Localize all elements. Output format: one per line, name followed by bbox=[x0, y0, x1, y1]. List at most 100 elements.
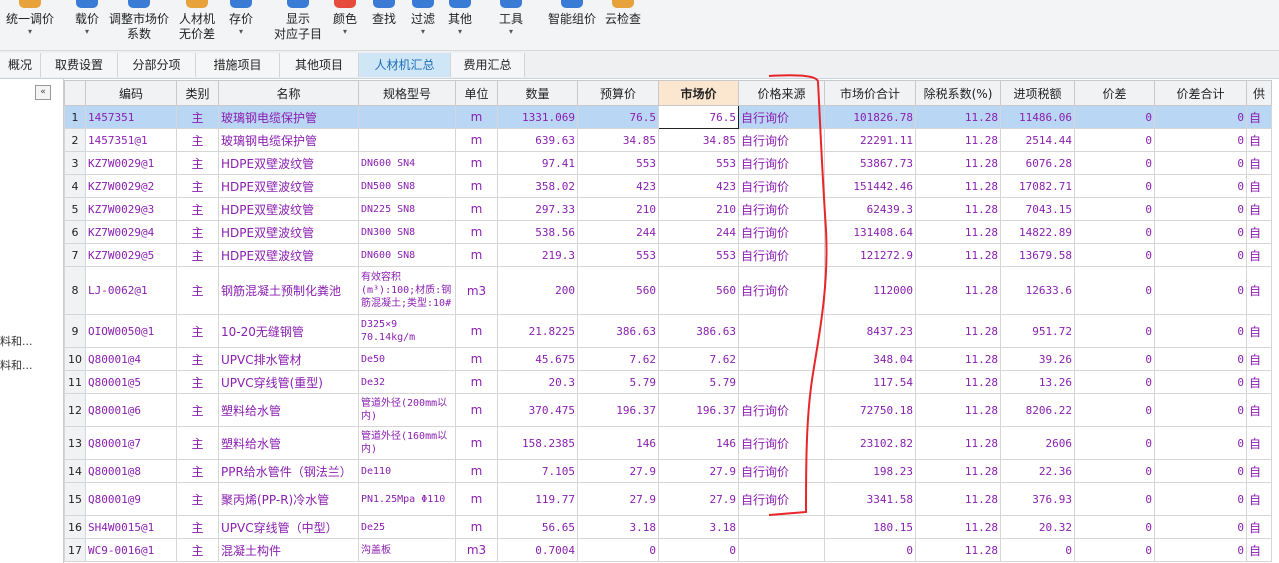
table-row[interactable]: 6 KZ7W0029@4 主 HDPE双壁波纹管 DN300 SN8 m 538.56 244… bbox=[64, 220, 1272, 244]
table-cell[interactable]: Q80001@4 bbox=[85, 347, 177, 371]
toolbar-button-load-price[interactable]: 载价 ▾ bbox=[70, 0, 104, 37]
table-cell[interactable]: 72750.18 bbox=[824, 393, 916, 427]
table-cell[interactable]: 11.28 bbox=[915, 105, 1001, 129]
table-cell[interactable]: 0 bbox=[1154, 197, 1247, 221]
table-cell[interactable]: 13.26 bbox=[1000, 370, 1075, 394]
table-cell[interactable]: 3.18 bbox=[658, 515, 739, 539]
left-panel-item[interactable]: 料和... bbox=[0, 357, 33, 373]
table-cell[interactable]: 0 bbox=[1074, 174, 1155, 198]
table-cell[interactable]: 0 bbox=[1154, 243, 1247, 267]
table-cell[interactable]: 0 bbox=[1074, 482, 1155, 516]
table-cell[interactable]: 1457351 bbox=[85, 105, 177, 129]
table-cell[interactable]: HDPE双壁波纹管 bbox=[218, 197, 359, 221]
tab-1[interactable]: 取费设置 bbox=[41, 53, 118, 77]
table-cell[interactable]: 11.28 bbox=[915, 515, 1001, 539]
table-cell[interactable]: 210 bbox=[658, 197, 739, 221]
table-row[interactable]: 9 OIOW0050@1 主 10-20无缝钢管 D325×9 70.14kg/m m 21… bbox=[64, 314, 1272, 348]
table-row[interactable]: 8 LJ-0062@1 主钢筋混凝土预制化粪池 有效容积(m³):100;材质:钢筋混… bbox=[64, 266, 1272, 315]
table-cell[interactable]: Q80001@9 bbox=[85, 482, 177, 516]
table-cell[interactable]: 370.475 bbox=[497, 393, 578, 427]
table-cell[interactable]: 主 bbox=[176, 426, 219, 460]
table-cell[interactable]: 有效容积(m³):100;材质:钢筋混凝土;类型:10# bbox=[358, 266, 456, 315]
table-cell[interactable]: De25 bbox=[358, 515, 456, 539]
table-row[interactable]: 13 Q80001@7 主塑料给水管 管道外径(160mm以内) m 158.2385 14… bbox=[64, 426, 1272, 460]
table-cell[interactable]: 自行询价 bbox=[738, 426, 825, 460]
table-cell[interactable]: 0 bbox=[1074, 370, 1155, 394]
table-cell[interactable]: 自行询价 bbox=[738, 151, 825, 175]
table-cell[interactable]: 主 bbox=[176, 151, 219, 175]
table-cell[interactable]: 2514.44 bbox=[1000, 128, 1075, 152]
table-cell[interactable]: 管道外径(200mm以内) bbox=[358, 393, 456, 427]
table-cell[interactable]: 117.54 bbox=[824, 370, 916, 394]
table-cell[interactable]: 11486.06 bbox=[1000, 105, 1075, 129]
toolbar-button-no-price-diff[interactable]: 人材机 无价差 bbox=[174, 0, 220, 42]
table-cell[interactable]: 0 bbox=[1074, 538, 1155, 562]
table-cell[interactable] bbox=[738, 370, 825, 394]
table-row[interactable]: 7 KZ7W0029@5 主 HDPE双壁波纹管 DN600 SN8 m 219.3 553 5… bbox=[64, 243, 1272, 267]
table-cell[interactable]: m bbox=[455, 370, 498, 394]
table-cell[interactable]: HDPE双壁波纹管 bbox=[218, 243, 359, 267]
table-cell[interactable]: m bbox=[455, 426, 498, 460]
table-cell[interactable]: UPVC排水管材 bbox=[218, 347, 359, 371]
table-cell[interactable]: 0 bbox=[1074, 515, 1155, 539]
table-cell[interactable]: 0 bbox=[1154, 515, 1247, 539]
table-cell[interactable]: 0 bbox=[1074, 243, 1155, 267]
table-cell[interactable]: 22291.11 bbox=[824, 128, 916, 152]
table-cell[interactable]: KZ7W0029@1 bbox=[85, 151, 177, 175]
table-cell[interactable]: De50 bbox=[358, 347, 456, 371]
table-cell[interactable]: 0 bbox=[1074, 220, 1155, 244]
table-cell[interactable] bbox=[358, 128, 456, 152]
table-cell[interactable]: 主 bbox=[176, 220, 219, 244]
table-cell[interactable]: 951.72 bbox=[1000, 314, 1075, 348]
table-cell[interactable]: 297.33 bbox=[497, 197, 578, 221]
table-cell[interactable]: m bbox=[455, 151, 498, 175]
table-cell[interactable]: 20.3 bbox=[497, 370, 578, 394]
table-cell[interactable]: DN300 SN8 bbox=[358, 220, 456, 244]
table-cell[interactable]: 8206.22 bbox=[1000, 393, 1075, 427]
table-cell[interactable]: 0 bbox=[577, 538, 659, 562]
table-cell[interactable]: 45.675 bbox=[497, 347, 578, 371]
table-cell[interactable]: 0 bbox=[1000, 538, 1075, 562]
table-cell[interactable]: 34.85 bbox=[658, 128, 739, 152]
table-cell[interactable]: 自 bbox=[1246, 197, 1272, 221]
table-cell[interactable]: 2606 bbox=[1000, 426, 1075, 460]
column-header[interactable]: 除税系数(%) bbox=[915, 80, 1001, 106]
table-cell[interactable]: 27.9 bbox=[658, 482, 739, 516]
table-cell[interactable]: 0 bbox=[1154, 370, 1247, 394]
table-cell[interactable]: 23102.82 bbox=[824, 426, 916, 460]
table-cell[interactable]: 11.28 bbox=[915, 197, 1001, 221]
table-cell[interactable]: KZ7W0029@4 bbox=[85, 220, 177, 244]
table-cell[interactable]: 10-20无缝钢管 bbox=[218, 314, 359, 348]
table-cell[interactable]: 自 bbox=[1246, 538, 1272, 562]
table-cell[interactable]: 主 bbox=[176, 174, 219, 198]
table-cell[interactable]: 151442.46 bbox=[824, 174, 916, 198]
table-cell[interactable]: 20.32 bbox=[1000, 515, 1075, 539]
table-cell[interactable]: 119.77 bbox=[497, 482, 578, 516]
table-cell[interactable]: OIOW0050@1 bbox=[85, 314, 177, 348]
table-cell[interactable]: 自行询价 bbox=[738, 197, 825, 221]
table-cell[interactable]: 主 bbox=[176, 393, 219, 427]
table-cell[interactable]: De110 bbox=[358, 459, 456, 483]
table-cell[interactable]: 11.28 bbox=[915, 151, 1001, 175]
table-row[interactable]: 11 Q80001@5 主 UPVC穿线管(重型) De32 m 20.3 5.79 5.79 1… bbox=[64, 370, 1272, 394]
table-cell[interactable]: 0 bbox=[1154, 459, 1247, 483]
table-cell[interactable]: DN225 SN8 bbox=[358, 197, 456, 221]
table-cell[interactable]: 自 bbox=[1246, 105, 1272, 129]
table-cell[interactable]: 210 bbox=[577, 197, 659, 221]
table-cell[interactable]: 沟盖板 bbox=[358, 538, 456, 562]
column-header[interactable]: 价差合计 bbox=[1154, 80, 1247, 106]
table-cell[interactable]: 自行询价 bbox=[738, 243, 825, 267]
table-cell[interactable]: 76.5 bbox=[658, 105, 739, 129]
table-cell[interactable]: 0 bbox=[1154, 347, 1247, 371]
toolbar-button-find[interactable]: 查找 bbox=[368, 0, 400, 27]
table-cell[interactable]: 6076.28 bbox=[1000, 151, 1075, 175]
table-cell[interactable]: 34.85 bbox=[577, 128, 659, 152]
table-cell[interactable]: 聚丙烯(PP-R)冷水管 bbox=[218, 482, 359, 516]
table-cell[interactable]: 53867.73 bbox=[824, 151, 916, 175]
table-cell[interactable]: 196.37 bbox=[577, 393, 659, 427]
table-cell[interactable]: 376.93 bbox=[1000, 482, 1075, 516]
table-cell[interactable]: 自行询价 bbox=[738, 266, 825, 315]
table-cell[interactable]: 塑料给水管 bbox=[218, 393, 359, 427]
table-cell[interactable]: 自 bbox=[1246, 266, 1272, 315]
table-cell[interactable]: 主 bbox=[176, 266, 219, 315]
